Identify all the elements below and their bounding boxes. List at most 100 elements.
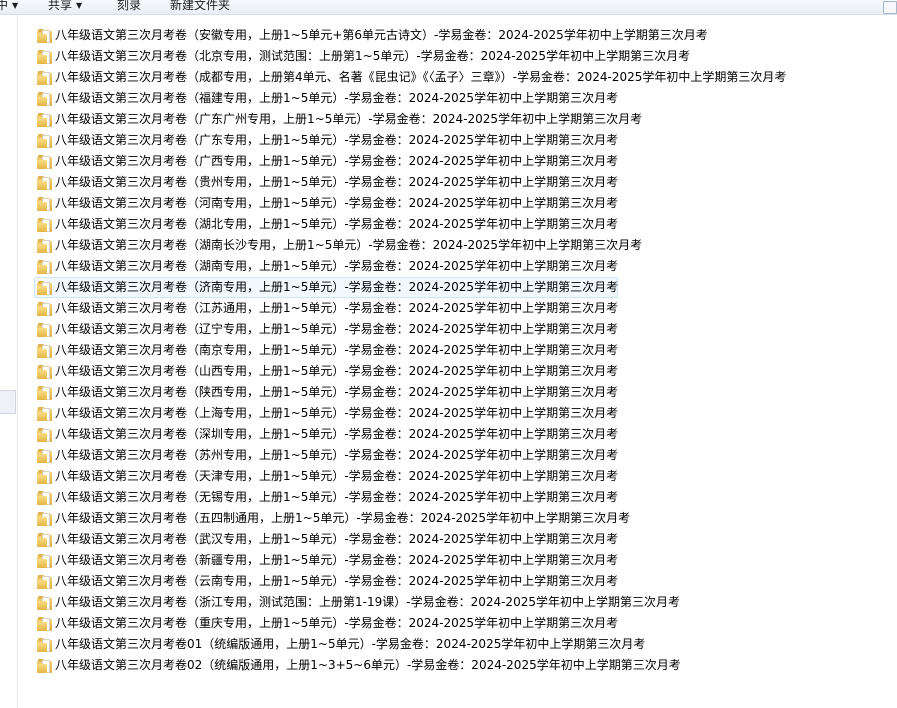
folder-row[interactable]: 八年级语文第三次月考卷（湖南长沙专用，上册1~5单元）-学易金卷：2024-20… <box>34 235 874 256</box>
folder-icon <box>37 427 53 442</box>
folder-icon <box>37 70 53 85</box>
folder-row[interactable]: 八年级语文第三次月考卷（安徽专用，上册1~5单元+第6单元古诗文）-学易金卷：2… <box>34 25 874 46</box>
include-in-library-label: 中 <box>0 0 8 12</box>
folder-icon <box>37 343 53 358</box>
folder-name: 八年级语文第三次月考卷（天津专用，上册1~5单元）-学易金卷：2024-2025… <box>55 469 619 483</box>
folder-icon <box>37 154 53 169</box>
folder-name: 八年级语文第三次月考卷（无锡专用，上册1~5单元）-学易金卷：2024-2025… <box>55 490 619 504</box>
folder-icon <box>37 364 53 379</box>
folder-row[interactable]: 八年级语文第三次月考卷（武汉专用，上册1~5单元）-学易金卷：2024-2025… <box>34 529 874 550</box>
folder-icon <box>37 469 53 484</box>
folder-name: 八年级语文第三次月考卷（成都专用，上册第4单元、名著《昆虫记》《〈孟子〉三章》）… <box>55 70 787 84</box>
folder-row[interactable]: 八年级语文第三次月考卷（山西专用，上册1~5单元）-学易金卷：2024-2025… <box>34 361 874 382</box>
folder-row[interactable]: 八年级语文第三次月考卷（福建专用，上册1~5单元）-学易金卷：2024-2025… <box>34 88 874 109</box>
folder-icon <box>37 217 53 232</box>
folder-row[interactable]: 八年级语文第三次月考卷（辽宁专用，上册1~5单元）-学易金卷：2024-2025… <box>34 319 874 340</box>
folder-icon <box>37 574 53 589</box>
folder-name: 八年级语文第三次月考卷（广西专用，上册1~5单元）-学易金卷：2024-2025… <box>55 154 619 168</box>
folder-icon <box>37 238 53 253</box>
view-options-button[interactable] <box>883 1 897 14</box>
chevron-down-icon: ▼ <box>76 1 83 10</box>
folder-name: 八年级语文第三次月考卷（武汉专用，上册1~5单元）-学易金卷：2024-2025… <box>55 532 619 546</box>
folder-row[interactable]: 八年级语文第三次月考卷（贵州专用，上册1~5单元）-学易金卷：2024-2025… <box>34 172 874 193</box>
burn-button[interactable]: 刻录 <box>117 0 141 14</box>
folder-name: 八年级语文第三次月考卷（北京专用，测试范围：上册第1~5单元）-学易金卷：202… <box>55 49 691 63</box>
folder-row[interactable]: 八年级语文第三次月考卷（济南专用，上册1~5单元）-学易金卷：2024-2025… <box>34 277 874 298</box>
folder-row[interactable]: 八年级语文第三次月考卷（河南专用，上册1~5单元）-学易金卷：2024-2025… <box>34 193 874 214</box>
pane-splitter-handle[interactable] <box>0 390 16 414</box>
folder-name: 八年级语文第三次月考卷（湖南长沙专用，上册1~5单元）-学易金卷：2024-20… <box>55 238 643 252</box>
folder-name: 八年级语文第三次月考卷（重庆专用，上册1~5单元）-学易金卷：2024-2025… <box>55 616 619 630</box>
folder-icon <box>37 91 53 106</box>
folder-row[interactable]: 八年级语文第三次月考卷（成都专用，上册第4单元、名著《昆虫记》《〈孟子〉三章》）… <box>34 67 874 88</box>
folder-row[interactable]: 八年级语文第三次月考卷（云南专用，上册1~5单元）-学易金卷：2024-2025… <box>34 571 874 592</box>
command-bar: 中▼ 共享▼ 刻录 新建文件夹 <box>0 0 897 15</box>
folder-icon <box>37 385 53 400</box>
folder-name: 八年级语文第三次月考卷（陕西专用，上册1~5单元）-学易金卷：2024-2025… <box>55 385 619 399</box>
folder-name: 八年级语文第三次月考卷01（统编版通用，上册1~5单元）-学易金卷：2024-2… <box>55 637 646 651</box>
folder-icon <box>37 28 53 43</box>
chevron-down-icon: ▼ <box>12 1 19 10</box>
folder-row[interactable]: 八年级语文第三次月考卷（上海专用，上册1~5单元）-学易金卷：2024-2025… <box>34 403 874 424</box>
folder-icon <box>37 511 53 526</box>
folder-icon <box>37 616 53 631</box>
folder-name: 八年级语文第三次月考卷（贵州专用，上册1~5单元）-学易金卷：2024-2025… <box>55 175 619 189</box>
folder-name: 八年级语文第三次月考卷（深圳专用，上册1~5单元）-学易金卷：2024-2025… <box>55 427 619 441</box>
folder-name: 八年级语文第三次月考卷（辽宁专用，上册1~5单元）-学易金卷：2024-2025… <box>55 322 619 336</box>
folder-name: 八年级语文第三次月考卷（五四制通用，上册1~5单元）-学易金卷：2024-202… <box>55 511 631 525</box>
folder-icon <box>37 133 53 148</box>
folder-row[interactable]: 八年级语文第三次月考卷（南京专用，上册1~5单元）-学易金卷：2024-2025… <box>34 340 874 361</box>
folder-name: 八年级语文第三次月考卷（上海专用，上册1~5单元）-学易金卷：2024-2025… <box>55 406 619 420</box>
folder-row[interactable]: 八年级语文第三次月考卷（江苏通用，上册1~5单元）-学易金卷：2024-2025… <box>34 298 874 319</box>
folder-name: 八年级语文第三次月考卷（新疆专用，上册1~5单元）-学易金卷：2024-2025… <box>55 553 619 567</box>
new-folder-button[interactable]: 新建文件夹 <box>170 0 230 14</box>
folder-row[interactable]: 八年级语文第三次月考卷（湖北专用，上册1~5单元）-学易金卷：2024-2025… <box>34 214 874 235</box>
folder-row[interactable]: 八年级语文第三次月考卷02（统编版通用，上册1~3+5~6单元）-学易金卷：20… <box>34 655 874 676</box>
folder-icon <box>37 301 53 316</box>
file-list: 八年级语文第三次月考卷（安徽专用，上册1~5单元+第6单元古诗文）-学易金卷：2… <box>34 25 874 676</box>
folder-icon <box>37 322 53 337</box>
folder-row[interactable]: 八年级语文第三次月考卷（广东广州专用，上册1~5单元）-学易金卷：2024-20… <box>34 109 874 130</box>
folder-icon <box>37 658 53 673</box>
folder-row[interactable]: 八年级语文第三次月考卷（重庆专用，上册1~5单元）-学易金卷：2024-2025… <box>34 613 874 634</box>
share-label: 共享 <box>48 0 73 12</box>
folder-icon <box>37 637 53 652</box>
folder-icon <box>37 280 53 295</box>
folder-name: 八年级语文第三次月考卷（苏州专用，上册1~5单元）-学易金卷：2024-2025… <box>55 448 619 462</box>
folder-row[interactable]: 八年级语文第三次月考卷（广西专用，上册1~5单元）-学易金卷：2024-2025… <box>34 151 874 172</box>
share-menu[interactable]: 共享 ▼ <box>48 0 82 14</box>
navigation-pane-edge <box>0 15 18 708</box>
folder-row[interactable]: 八年级语文第三次月考卷（广东专用，上册1~5单元）-学易金卷：2024-2025… <box>34 130 874 151</box>
folder-row[interactable]: 八年级语文第三次月考卷（陕西专用，上册1~5单元）-学易金卷：2024-2025… <box>34 382 874 403</box>
folder-row[interactable]: 八年级语文第三次月考卷（深圳专用，上册1~5单元）-学易金卷：2024-2025… <box>34 424 874 445</box>
folder-icon <box>37 595 53 610</box>
folder-icon <box>37 490 53 505</box>
include-in-library-menu[interactable]: 中▼ <box>0 0 18 14</box>
folder-row[interactable]: 八年级语文第三次月考卷（天津专用，上册1~5单元）-学易金卷：2024-2025… <box>34 466 874 487</box>
folder-row[interactable]: 八年级语文第三次月考卷（新疆专用，上册1~5单元）-学易金卷：2024-2025… <box>34 550 874 571</box>
folder-name: 八年级语文第三次月考卷（浙江专用，测试范围：上册第1-19课）-学易金卷：202… <box>55 595 680 609</box>
folder-icon <box>37 532 53 547</box>
folder-icon <box>37 49 53 64</box>
folder-name: 八年级语文第三次月考卷02（统编版通用，上册1~3+5~6单元）-学易金卷：20… <box>55 658 681 672</box>
folder-icon <box>37 259 53 274</box>
folder-row[interactable]: 八年级语文第三次月考卷（浙江专用，测试范围：上册第1-19课）-学易金卷：202… <box>34 592 874 613</box>
folder-row[interactable]: 八年级语文第三次月考卷（湖南专用，上册1~5单元）-学易金卷：2024-2025… <box>34 256 874 277</box>
folder-row[interactable]: 八年级语文第三次月考卷（苏州专用，上册1~5单元）-学易金卷：2024-2025… <box>34 445 874 466</box>
folder-icon <box>37 112 53 127</box>
folder-icon <box>37 175 53 190</box>
folder-icon <box>37 448 53 463</box>
folder-name: 八年级语文第三次月考卷（南京专用，上册1~5单元）-学易金卷：2024-2025… <box>55 343 619 357</box>
folder-name: 八年级语文第三次月考卷（福建专用，上册1~5单元）-学易金卷：2024-2025… <box>55 91 619 105</box>
folder-name: 八年级语文第三次月考卷（山西专用，上册1~5单元）-学易金卷：2024-2025… <box>55 364 619 378</box>
burn-label: 刻录 <box>117 0 142 12</box>
folder-row[interactable]: 八年级语文第三次月考卷01（统编版通用，上册1~5单元）-学易金卷：2024-2… <box>34 634 874 655</box>
folder-name: 八年级语文第三次月考卷（湖南专用，上册1~5单元）-学易金卷：2024-2025… <box>55 259 619 273</box>
folder-row[interactable]: 八年级语文第三次月考卷（五四制通用，上册1~5单元）-学易金卷：2024-202… <box>34 508 874 529</box>
folder-name: 八年级语文第三次月考卷（云南专用，上册1~5单元）-学易金卷：2024-2025… <box>55 574 619 588</box>
folder-icon <box>37 406 53 421</box>
folder-row[interactable]: 八年级语文第三次月考卷（北京专用，测试范围：上册第1~5单元）-学易金卷：202… <box>34 46 874 67</box>
folder-name: 八年级语文第三次月考卷（广东广州专用，上册1~5单元）-学易金卷：2024-20… <box>55 112 643 126</box>
folder-icon <box>37 553 53 568</box>
folder-row[interactable]: 八年级语文第三次月考卷（无锡专用，上册1~5单元）-学易金卷：2024-2025… <box>34 487 874 508</box>
